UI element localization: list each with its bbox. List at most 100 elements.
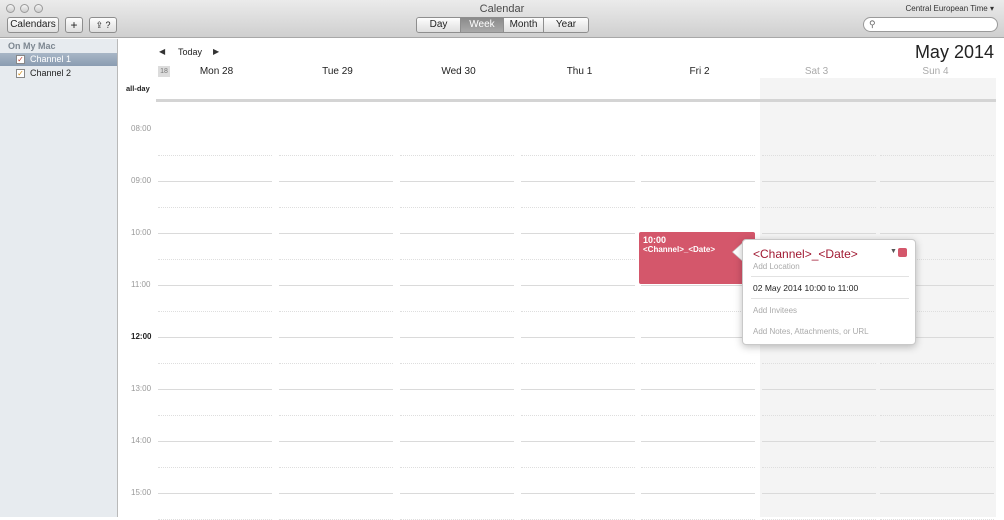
calendar-color-swatch[interactable] xyxy=(898,248,907,257)
add-event-button[interactable]: + xyxy=(65,17,83,33)
half-hour-gridline xyxy=(641,207,755,208)
half-hour-gridline xyxy=(158,415,272,416)
hour-gridline xyxy=(521,441,635,442)
half-hour-gridline xyxy=(400,207,514,208)
event-time: 10:00 xyxy=(643,235,667,245)
calendar-menu-chevron-icon[interactable]: ▼ xyxy=(890,248,897,255)
hour-gridline xyxy=(158,337,272,338)
half-hour-gridline xyxy=(158,311,272,312)
view-year-button[interactable]: Year xyxy=(544,18,588,32)
day-header-sat[interactable]: Sat 3 xyxy=(756,66,877,77)
half-hour-gridline xyxy=(880,363,994,364)
all-day-label: all-day xyxy=(126,84,150,93)
next-week-button[interactable]: ▶ xyxy=(213,47,219,56)
calendar-item-channel-2[interactable]: ✓ Channel 2 xyxy=(0,67,117,80)
half-hour-gridline xyxy=(279,467,393,468)
hour-gridline xyxy=(158,389,272,390)
half-hour-gridline xyxy=(400,311,514,312)
checkbox-icon[interactable]: ✓ xyxy=(16,69,25,78)
day-header-thu[interactable]: Thu 1 xyxy=(519,66,640,77)
half-hour-gridline xyxy=(641,311,755,312)
view-day-button[interactable]: Day xyxy=(417,18,461,32)
half-hour-gridline xyxy=(400,415,514,416)
hour-gridline xyxy=(762,389,876,390)
hour-gridline xyxy=(400,181,514,182)
hour-gridline xyxy=(880,181,994,182)
hour-gridline xyxy=(880,493,994,494)
month-year-title: May 2014 xyxy=(914,42,994,62)
popover-divider xyxy=(751,276,909,277)
hour-gridline xyxy=(279,337,393,338)
hour-gridline xyxy=(641,493,755,494)
day-header-mon[interactable]: Mon 28 xyxy=(156,66,277,77)
day-header-wed[interactable]: Wed 30 xyxy=(398,66,519,77)
hour-gridline xyxy=(158,493,272,494)
half-hour-gridline xyxy=(521,363,635,364)
half-hour-gridline xyxy=(521,311,635,312)
hour-gridline xyxy=(400,233,514,234)
hour-gridline xyxy=(158,285,272,286)
hour-label: 12:00 xyxy=(131,332,152,341)
half-hour-gridline xyxy=(762,155,876,156)
hour-gridline xyxy=(279,389,393,390)
hour-gridline xyxy=(400,285,514,286)
half-hour-gridline xyxy=(880,467,994,468)
hour-gridline xyxy=(158,233,272,234)
hour-gridline xyxy=(641,337,755,338)
search-input[interactable]: ⚲ xyxy=(863,17,998,32)
popover-event-title[interactable]: <Channel>_<Date> xyxy=(753,247,858,261)
half-hour-gridline xyxy=(521,415,635,416)
checkbox-icon[interactable]: ✓ xyxy=(16,55,25,64)
hour-label: 08:00 xyxy=(131,124,152,133)
hour-gridline xyxy=(158,441,272,442)
half-hour-gridline xyxy=(641,363,755,364)
add-location-field[interactable]: Add Location xyxy=(753,262,800,271)
popover-divider xyxy=(751,298,909,299)
import-button[interactable]: ⇪ ? xyxy=(89,17,117,33)
day-header-sun[interactable]: Sun 4 xyxy=(875,66,996,77)
hour-gridline xyxy=(521,389,635,390)
calendar-list-sidebar: On My Mac ✓ Channel 1 ✓ Channel 2 xyxy=(0,39,118,517)
calendar-item-channel-1[interactable]: ✓ Channel 1 xyxy=(0,53,117,66)
add-invitees-field[interactable]: Add Invitees xyxy=(753,306,797,315)
previous-week-button[interactable]: ◀ xyxy=(159,47,165,56)
day-header-tue[interactable]: Tue 29 xyxy=(277,66,398,77)
hour-label: 09:00 xyxy=(131,176,152,185)
add-notes-field[interactable]: Add Notes, Attachments, or URL xyxy=(753,327,869,336)
toolbar: Calendar Central European Time ▾ Calenda… xyxy=(0,0,1004,38)
view-month-button[interactable]: Month xyxy=(504,18,544,32)
hour-gridline xyxy=(641,389,755,390)
hour-gridline xyxy=(641,441,755,442)
half-hour-gridline xyxy=(279,259,393,260)
half-hour-gridline xyxy=(279,155,393,156)
half-hour-gridline xyxy=(880,415,994,416)
half-hour-gridline xyxy=(158,467,272,468)
calendar-item-label: Channel 1 xyxy=(30,54,72,64)
half-hour-gridline xyxy=(279,363,393,364)
half-hour-gridline xyxy=(521,259,635,260)
hour-label: 10:00 xyxy=(131,228,152,237)
view-week-button[interactable]: Week xyxy=(461,18,504,32)
timezone-menu[interactable]: Central European Time ▾ xyxy=(905,4,994,13)
hour-gridline xyxy=(762,181,876,182)
hour-gridline xyxy=(158,181,272,182)
hour-gridline xyxy=(400,441,514,442)
hour-gridline xyxy=(279,181,393,182)
hour-gridline xyxy=(400,337,514,338)
today-button[interactable]: Today xyxy=(178,47,202,57)
view-switcher: Day Week Month Year xyxy=(416,17,589,33)
hour-gridline xyxy=(762,441,876,442)
hour-gridline xyxy=(762,233,876,234)
half-hour-gridline xyxy=(158,259,272,260)
hour-gridline xyxy=(762,493,876,494)
calendars-button[interactable]: Calendars xyxy=(7,17,59,33)
event-datetime[interactable]: 02 May 2014 10:00 to 11:00 xyxy=(753,283,858,293)
hour-label: 15:00 xyxy=(131,488,152,497)
half-hour-gridline xyxy=(762,363,876,364)
half-hour-gridline xyxy=(521,155,635,156)
hour-gridline xyxy=(279,233,393,234)
sidebar-section-title: On My Mac xyxy=(8,41,56,51)
event-title: <Channel>_<Date> xyxy=(643,245,716,254)
day-header-fri[interactable]: Fri 2 xyxy=(639,66,760,77)
hour-gridline xyxy=(641,181,755,182)
